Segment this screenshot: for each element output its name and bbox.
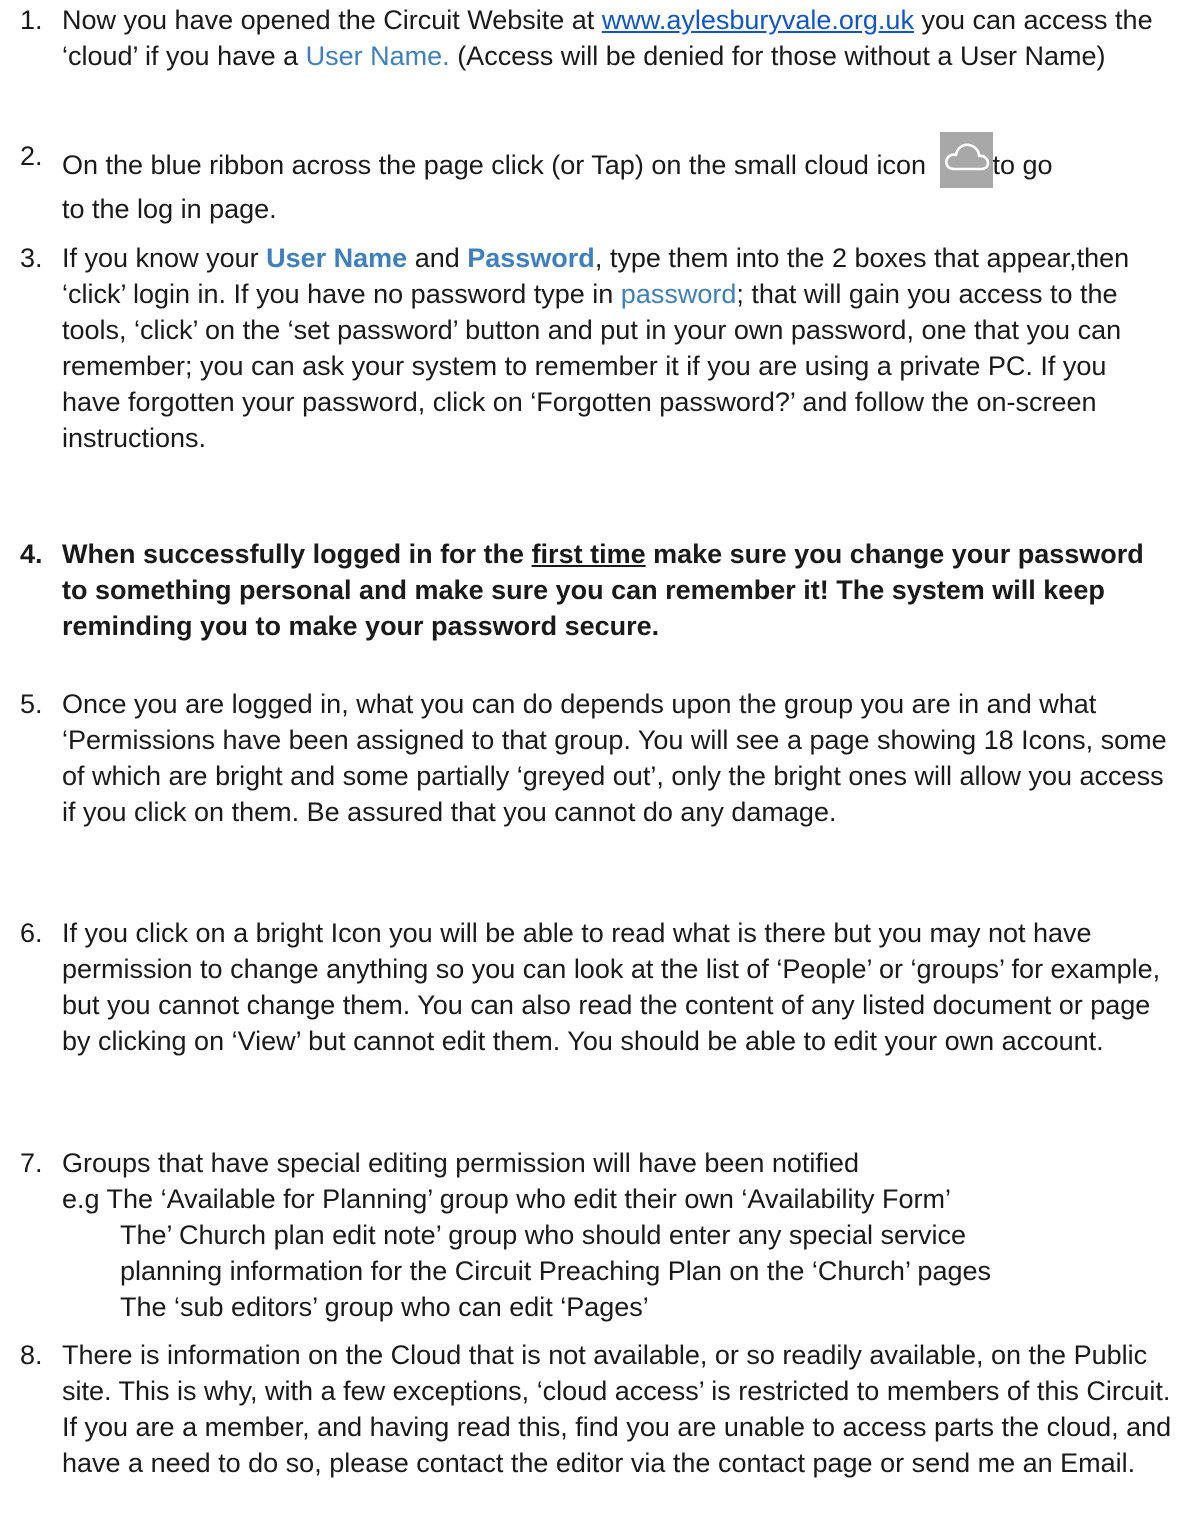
cloud-icon (939, 132, 993, 188)
item-text: Groups that have special editing permiss… (62, 1145, 1172, 1325)
item-text-part: If you know your (62, 243, 267, 273)
user-name-term: User Name (266, 243, 408, 273)
item-number: 3. (20, 243, 43, 273)
item-number: 5. (20, 689, 43, 719)
item-number: 2. (20, 141, 43, 171)
item-text: There is information on the Cloud that i… (62, 1340, 1172, 1478)
website-link[interactable]: www.aylesburyvale.org.uk (602, 5, 914, 35)
item-line: On the blue ribbon across the page click… (62, 132, 1172, 188)
item-text: Now you have opened the Circuit Website … (62, 2, 1172, 74)
item-text: On the blue ribbon across the page click… (62, 132, 1172, 230)
item-text-part: to go (992, 150, 1053, 180)
item-line: Groups that have special editing permiss… (62, 1148, 859, 1178)
user-name-term: User Name. (305, 41, 450, 71)
password-word: password (620, 279, 737, 309)
item-text: If you click on a bright Icon you will b… (62, 918, 1161, 1056)
item-text: When successfully logged in for the firs… (62, 536, 1172, 644)
item-number: 7. (20, 1148, 43, 1178)
item-line: planning information for the Circuit Pre… (120, 1256, 992, 1286)
item-number: 4. (20, 539, 43, 569)
item-line: The’ Church plan edit note’ group who sh… (120, 1220, 966, 1250)
item-line: The ‘sub editors’ group who can edit ‘Pa… (120, 1292, 649, 1322)
item-number: 6. (20, 918, 43, 948)
item-text: Once you are logged in, what you can do … (62, 689, 1167, 827)
item-text-part: On the blue ribbon across the page click… (62, 150, 926, 180)
item-line: to the log in page. (62, 194, 277, 224)
item-line: e.g The ‘Available for Planning’ group w… (62, 1184, 951, 1214)
item-text-part: When successfully logged in for the (62, 539, 532, 569)
item-number: 1. (20, 5, 43, 35)
item-text-part: (Access will be denied for those without… (449, 41, 1106, 71)
item-text-part: and (407, 243, 468, 273)
item-text: If you know your User Name and Password,… (62, 240, 1172, 456)
password-term: Password (467, 243, 595, 273)
item-text-part: Now you have opened the Circuit Website … (62, 5, 602, 35)
first-time-emphasis: first time (531, 539, 646, 569)
item-number: 8. (20, 1340, 43, 1370)
